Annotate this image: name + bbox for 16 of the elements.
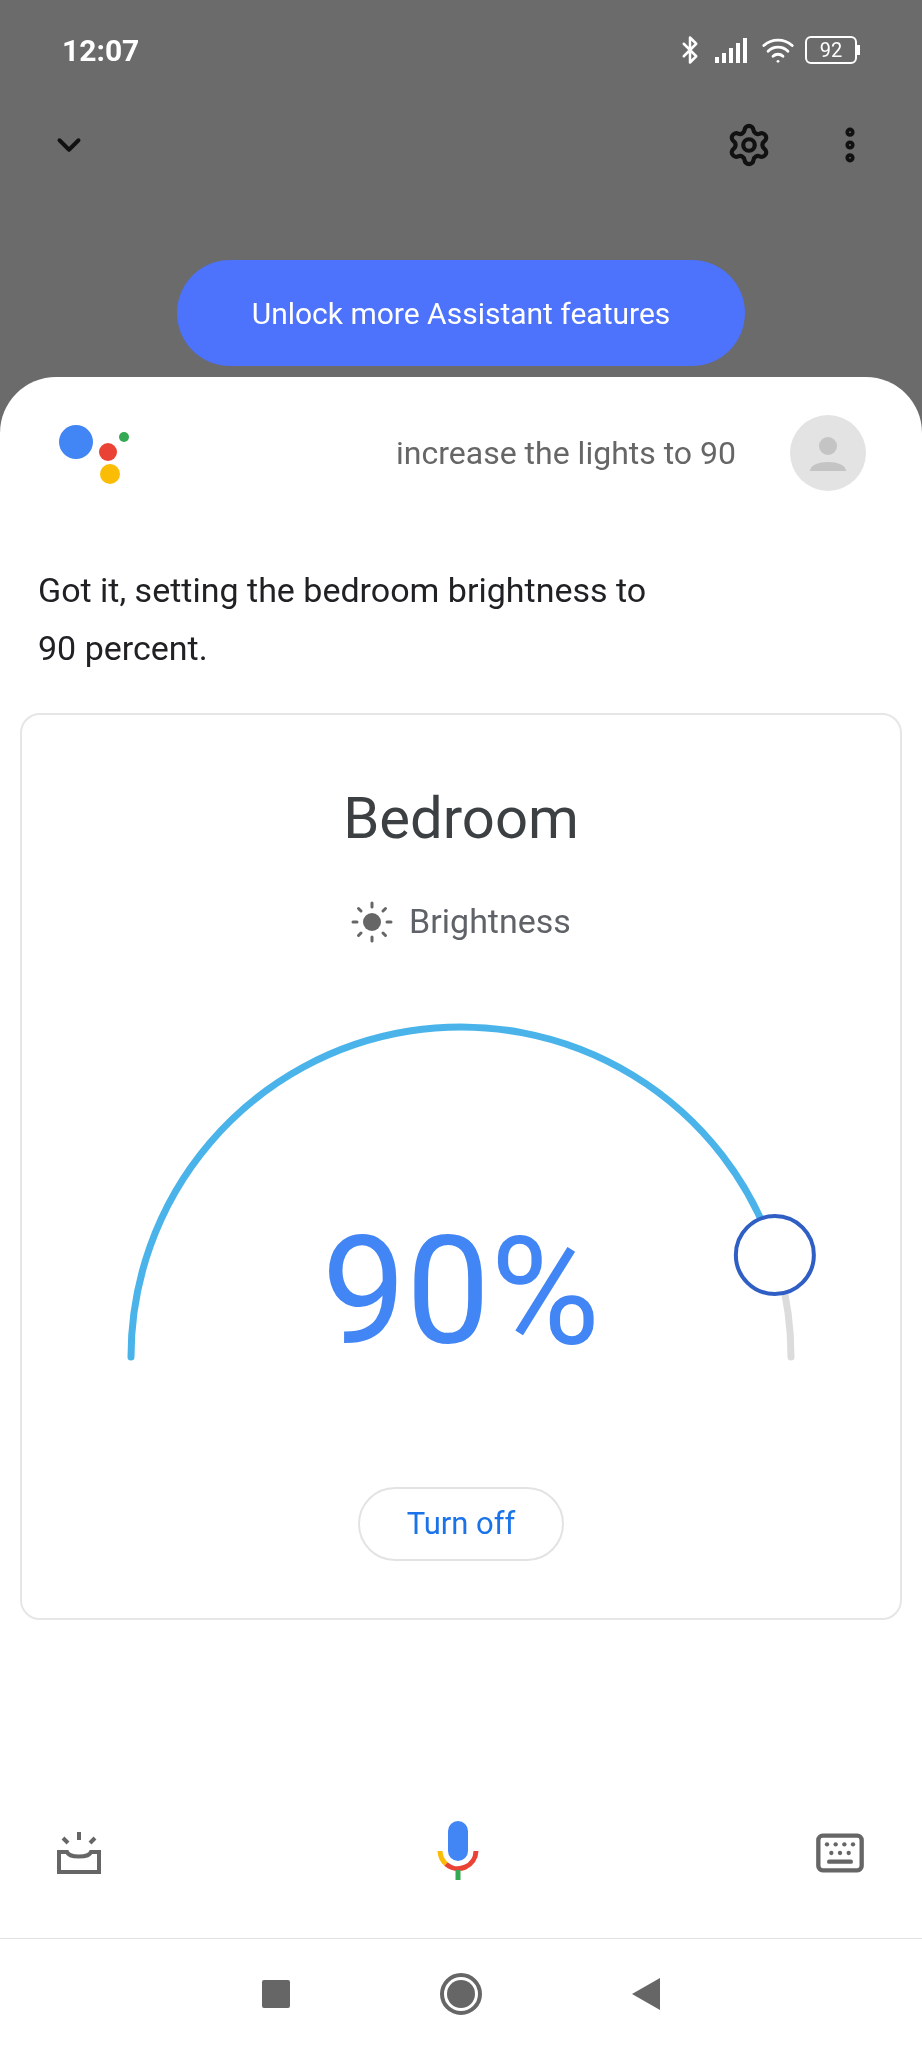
recents-button[interactable] [262,1979,290,2008]
dial-thumb[interactable] [733,1214,816,1296]
snapshot-tray-icon[interactable] [56,1830,102,1876]
brightness-sun-icon [351,900,394,943]
assistant-response: Got it, setting the bedroom brightness to 90 percent. [37,569,648,670]
brightness-reading: 90% [321,1212,601,1372]
unlock-features-button[interactable]: Unlock more Assistant features [177,260,745,366]
turn-off-button[interactable]: Turn off [358,1487,564,1561]
brightness-label: Brightness [409,900,571,943]
battery-level: 92 [819,40,843,60]
home-button[interactable] [440,1972,482,2015]
status-time: 12:07 [62,31,140,70]
user-query: increase the lights to 90 [396,433,736,474]
back-button[interactable] [632,1977,660,2010]
brightness-dial[interactable] [127,1023,795,1361]
card-title: Bedroom [343,783,579,854]
